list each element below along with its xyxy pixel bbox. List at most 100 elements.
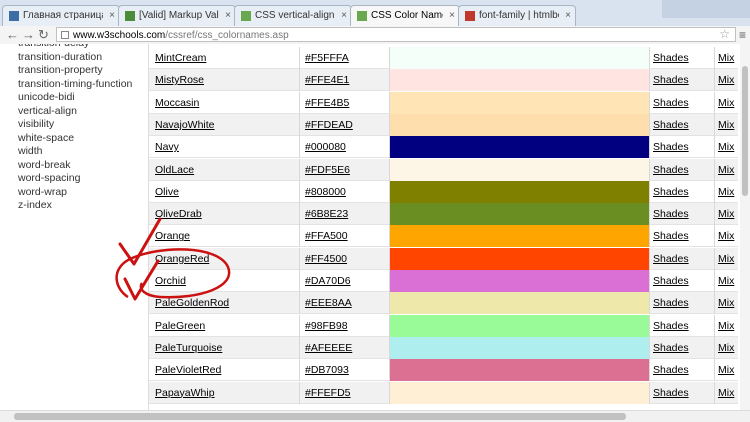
column-separator — [649, 203, 650, 226]
sidebar-item[interactable]: z-index — [18, 199, 52, 211]
forward-arrow-icon[interactable]: → — [22, 26, 35, 43]
sidebar-item[interactable]: width — [18, 145, 43, 157]
color-hex-link[interactable]: #F5FFFA — [305, 47, 349, 69]
color-hex-link[interactable]: #6B8E23 — [305, 203, 348, 225]
color-hex-link[interactable]: #FFEFD5 — [305, 382, 351, 404]
mix-link[interactable]: Mix — [718, 47, 734, 69]
reload-icon[interactable]: ↻ — [38, 26, 49, 43]
mix-link[interactable]: Mix — [718, 292, 734, 314]
color-hex-link[interactable]: #DB7093 — [305, 359, 349, 381]
shades-link[interactable]: Shades — [653, 92, 689, 114]
mix-link[interactable]: Mix — [718, 136, 734, 158]
color-hex-link[interactable]: #FFA500 — [305, 225, 348, 247]
sidebar-item[interactable]: transition-delay — [18, 44, 89, 49]
mix-link[interactable]: Mix — [718, 270, 734, 292]
color-hex-link[interactable]: #FFE4B5 — [305, 92, 349, 114]
tab-markup-validator[interactable]: [Valid] Markup Valid × — [118, 5, 236, 26]
address-bar[interactable]: www.w3schools.com/cssref/css_colornames.… — [56, 27, 736, 42]
sidebar-item[interactable]: visibility — [18, 118, 54, 130]
color-name-link[interactable]: Olive — [155, 181, 179, 203]
color-name-link[interactable]: PaleTurquoise — [155, 337, 222, 359]
sidebar-item[interactable]: word-wrap — [18, 186, 67, 198]
shades-link[interactable]: Shades — [653, 69, 689, 91]
horizontal-scrollbar[interactable] — [0, 410, 750, 422]
back-arrow-icon[interactable]: ← — [6, 26, 19, 43]
shades-link[interactable]: Shades — [653, 114, 689, 136]
mix-link[interactable]: Mix — [718, 248, 734, 270]
table-row: PaleGreen #98FB98 Shades Mix — [149, 314, 738, 337]
color-hex-link[interactable]: #FFE4E1 — [305, 69, 349, 91]
color-hex-link[interactable]: #98FB98 — [305, 315, 348, 337]
color-name-link[interactable]: Navy — [155, 136, 179, 158]
bookmark-star-icon[interactable]: ☆ — [719, 27, 730, 41]
tab-close-icon[interactable]: × — [225, 6, 231, 26]
htmlbook-favicon-icon — [465, 11, 475, 21]
sidebar-item[interactable]: word-spacing — [18, 172, 80, 184]
tab-font-family[interactable]: font-family | htmlbo × — [458, 5, 576, 26]
color-name-link[interactable]: OldLace — [155, 159, 194, 181]
mix-link[interactable]: Mix — [718, 382, 734, 404]
shades-link[interactable]: Shades — [653, 248, 689, 270]
shades-link[interactable]: Shades — [653, 382, 689, 404]
tab-glavnaya[interactable]: Главная страница « × — [2, 5, 120, 26]
sidebar-item[interactable]: white-space — [18, 132, 74, 144]
mix-link[interactable]: Mix — [718, 225, 734, 247]
shades-link[interactable]: Shades — [653, 203, 689, 225]
mix-link[interactable]: Mix — [718, 181, 734, 203]
shades-link[interactable]: Shades — [653, 225, 689, 247]
tab-css-color-names[interactable]: CSS Color Names × — [350, 5, 460, 26]
sidebar-item[interactable]: vertical-align — [18, 105, 77, 117]
color-name-link[interactable]: MistyRose — [155, 69, 204, 91]
color-hex-link[interactable]: #808000 — [305, 181, 346, 203]
shades-link[interactable]: Shades — [653, 315, 689, 337]
mix-link[interactable]: Mix — [718, 92, 734, 114]
color-hex-link[interactable]: #FF4500 — [305, 248, 347, 270]
shades-link[interactable]: Shades — [653, 47, 689, 69]
shades-link[interactable]: Shades — [653, 181, 689, 203]
color-hex-link[interactable]: #AFEEEE — [305, 337, 352, 359]
tab-close-icon[interactable]: × — [109, 6, 115, 26]
shades-link[interactable]: Shades — [653, 359, 689, 381]
column-separator — [389, 203, 390, 226]
sidebar-item[interactable]: transition-property — [18, 64, 103, 76]
shades-link[interactable]: Shades — [653, 337, 689, 359]
color-hex-link[interactable]: #DA70D6 — [305, 270, 351, 292]
color-name-link[interactable]: NavajoWhite — [155, 114, 215, 136]
vertical-scrollbar[interactable] — [740, 44, 750, 410]
color-name-link[interactable]: MintCream — [155, 47, 206, 69]
tab-vertical-align[interactable]: CSS vertical-align p × — [234, 5, 352, 26]
tab-close-icon[interactable]: × — [565, 6, 571, 26]
color-name-link[interactable]: PaleGreen — [155, 315, 205, 337]
vertical-scroll-thumb[interactable] — [742, 66, 748, 196]
mix-link[interactable]: Mix — [718, 69, 734, 91]
shades-link[interactable]: Shades — [653, 136, 689, 158]
color-name-link[interactable]: PapayaWhip — [155, 382, 215, 404]
color-name-link[interactable]: Moccasin — [155, 92, 199, 114]
mix-link[interactable]: Mix — [718, 315, 734, 337]
site-favicon-icon — [9, 11, 19, 21]
wrench-menu-icon[interactable]: ≡ — [739, 28, 746, 42]
mix-link[interactable]: Mix — [718, 114, 734, 136]
sidebar-item[interactable]: transition-timing-function — [18, 78, 132, 90]
shades-link[interactable]: Shades — [653, 159, 689, 181]
color-hex-link[interactable]: #FDF5E6 — [305, 159, 350, 181]
mix-link[interactable]: Mix — [718, 337, 734, 359]
mix-link[interactable]: Mix — [718, 203, 734, 225]
color-swatch — [390, 247, 650, 270]
color-hex-link[interactable]: #FFDEAD — [305, 114, 353, 136]
tab-close-icon[interactable]: × — [449, 6, 455, 26]
sidebar-item[interactable]: word-break — [18, 159, 71, 171]
mix-link[interactable]: Mix — [718, 359, 734, 381]
shades-link[interactable]: Shades — [653, 270, 689, 292]
mix-link[interactable]: Mix — [718, 159, 734, 181]
window-controls[interactable] — [662, 0, 750, 18]
shades-link[interactable]: Shades — [653, 292, 689, 314]
horizontal-scroll-thumb[interactable] — [14, 413, 626, 420]
tab-close-icon[interactable]: × — [341, 6, 347, 26]
color-hex-link[interactable]: #EEE8AA — [305, 292, 352, 314]
color-name-link[interactable]: PaleVioletRed — [155, 359, 221, 381]
color-hex-link[interactable]: #000080 — [305, 136, 346, 158]
column-separator — [299, 203, 300, 226]
sidebar-item[interactable]: transition-duration — [18, 51, 102, 63]
sidebar-item[interactable]: unicode-bidi — [18, 91, 75, 103]
